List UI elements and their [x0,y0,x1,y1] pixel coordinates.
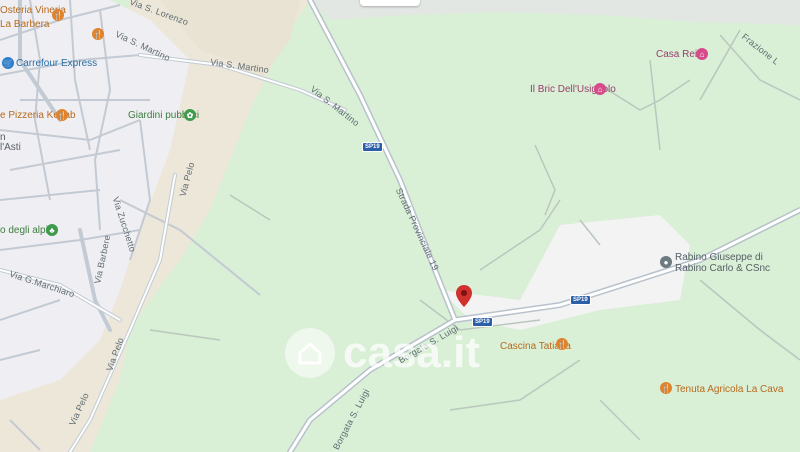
shopping-cart-icon[interactable]: 🛒 [2,57,14,69]
restaurant-icon[interactable]: 🍴 [56,109,68,121]
road-shield-sp19-east: SP19 [570,295,591,305]
hotel-icon[interactable]: ⌂ [696,48,708,60]
home-icon [285,328,335,378]
road-shield-sp19-junction: SP19 [472,317,493,327]
poi-label-tenuta[interactable]: Tenuta Agricola La Cava [675,385,783,395]
restaurant-icon[interactable]: 🍴 [556,338,568,350]
poi-label-rabino-2[interactable]: Rabino Carlo & CSnc [675,264,770,274]
restaurant-icon[interactable]: 🍴 [92,28,104,40]
casa-it-watermark: casa.it [285,328,480,378]
poi-label-rabino-1[interactable]: Rabino Giuseppe di [675,253,763,263]
road-shield-sp19-north: SP19 [362,142,383,152]
park-icon[interactable]: ✿ [184,109,196,121]
park-icon[interactable]: ♣ [46,224,58,236]
restaurant-icon[interactable]: 🍴 [52,9,64,21]
business-icon[interactable]: ● [660,256,672,268]
watermark-text: casa.it [343,328,480,377]
map-canvas[interactable]: Via S. Lorenzo Via S. Martino Via S. Mar… [0,0,800,452]
map-top-control[interactable] [360,0,420,6]
hotel-icon[interactable]: ⌂ [594,83,606,95]
location-pin-icon[interactable] [456,285,472,307]
poi-label-barbera[interactable]: La Barbera [0,20,49,30]
poi-label-carrefour[interactable]: Carrefour Express [16,59,97,69]
poi-label-fragment-asti: l'Asti [0,142,21,153]
restaurant-icon[interactable]: 🍴 [660,382,672,394]
